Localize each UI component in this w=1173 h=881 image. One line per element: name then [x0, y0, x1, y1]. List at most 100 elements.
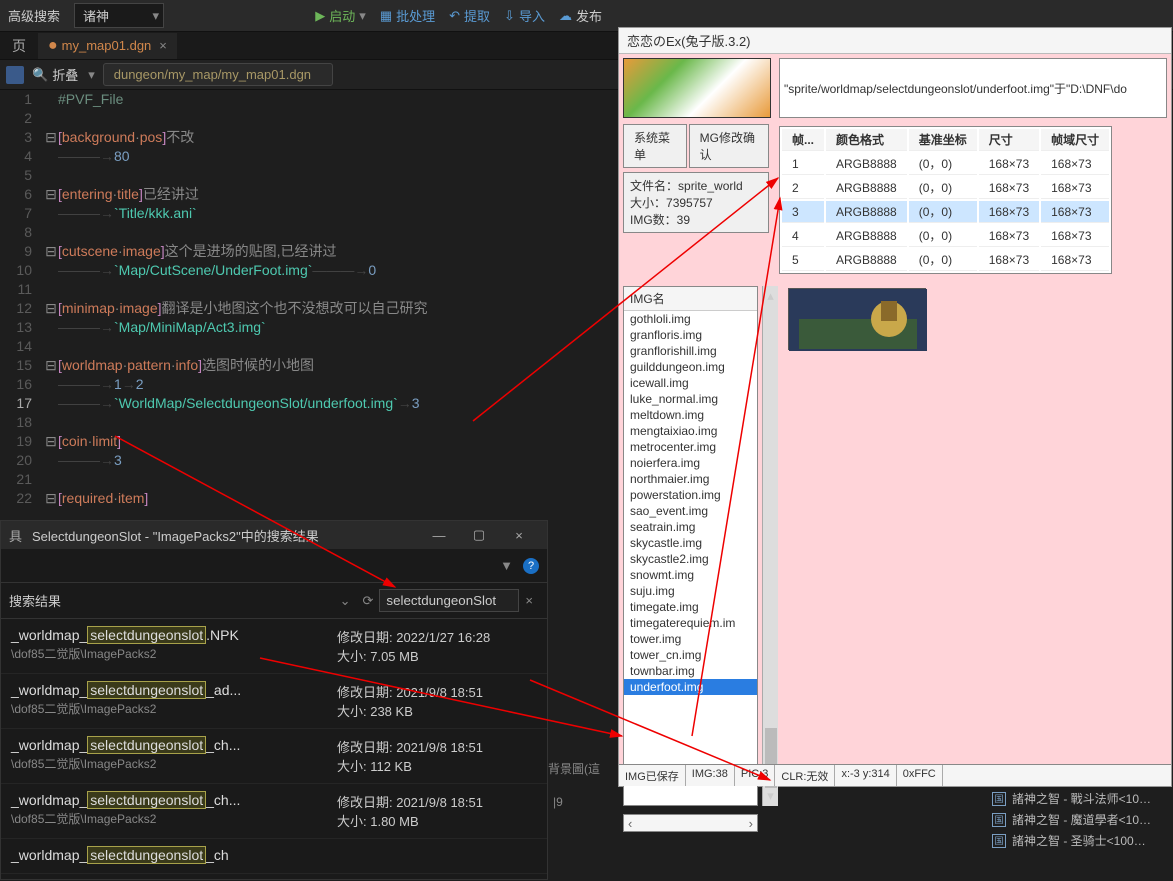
img-list-item[interactable]: underfoot.img [624, 679, 757, 695]
img-list-item[interactable]: timegate.img [624, 599, 757, 615]
search-result-item[interactable]: _worldmap_selectdungeonslot_ch...\dof85二… [1, 729, 547, 784]
project-dropdown[interactable]: 诸神 [74, 3, 164, 28]
img-list-item[interactable]: suju.img [624, 583, 757, 599]
import-button[interactable]: ⇩导入 [504, 6, 545, 25]
img-list-item[interactable]: skycastle.img [624, 535, 757, 551]
sprite-preview: 王的遗迹 [788, 288, 926, 350]
frame-row[interactable]: 2ARGB8888(0，0)168×73168×73 [782, 177, 1109, 199]
code-l15-note: 选图时候的小地图 [202, 357, 314, 373]
code-l4: 80 [114, 148, 130, 164]
tools-tab[interactable]: 具 [9, 526, 32, 545]
img-list-item[interactable]: northmaier.img [624, 471, 757, 487]
img-list-item[interactable]: timegaterequiem.im [624, 615, 757, 631]
batch-button[interactable]: ▦批处理 [380, 6, 435, 25]
scroll-up-icon[interactable]: ▴ [767, 288, 774, 304]
img-list-item[interactable]: sao_event.img [624, 503, 757, 519]
fold-label[interactable]: 折叠 [52, 65, 78, 84]
ex-statusbar: IMG已保存 IMG:38 PIC:3 CLR:无效 x:-3 y:314 0x… [619, 764, 1171, 786]
img-list-item[interactable]: mengtaixiao.img [624, 423, 757, 439]
status-clr: CLR:无效 [775, 765, 835, 786]
close-tab-icon[interactable]: × [159, 38, 167, 53]
pages-tab[interactable]: 页 [0, 32, 38, 60]
fold-icon[interactable]: 🔍 [32, 67, 48, 83]
count-value: 39 [677, 213, 690, 227]
code-l12-note: 翻译是小地图这个也不没想改可以自己研究 [162, 300, 428, 316]
results-label: 搜索结果 [9, 591, 334, 610]
img-list-item[interactable]: granfloris.img [624, 327, 757, 343]
system-menu-button[interactable]: 系统菜单 [623, 124, 687, 168]
col-base[interactable]: 基准坐标 [909, 129, 977, 151]
img-list-hscroll[interactable]: ‹ › [623, 814, 758, 832]
img-list-item[interactable]: noierfera.img [624, 455, 757, 471]
frame-row[interactable]: 5ARGB8888(0，0)168×73168×73 [782, 249, 1109, 271]
col-idx[interactable]: 帧... [782, 129, 824, 151]
frame-row[interactable]: 4ARGB8888(0，0)168×73168×73 [782, 225, 1109, 247]
search-toolbar: ▼ ? [1, 549, 547, 583]
img-list-header[interactable]: IMG名 [624, 287, 757, 311]
adv-search-link[interactable]: 高级搜索 [8, 6, 60, 25]
refresh-icon[interactable]: ⟳ [363, 593, 374, 609]
img-list-item[interactable]: luke_normal.img [624, 391, 757, 407]
search-result-item[interactable]: _worldmap_selectdungeonslot_ad...\dof85二… [1, 674, 547, 729]
file-info-box: 文件名：sprite_world 大小：7395757 IMG数：39 [623, 172, 769, 233]
frame-row[interactable]: 1ARGB8888(0，0)168×73168×73 [782, 153, 1109, 175]
maximize-button[interactable]: ▢ [459, 527, 499, 543]
col-framedim[interactable]: 帧域尺寸 [1041, 129, 1109, 151]
search-result-item[interactable]: _worldmap_selectdungeonslot_ch [1, 839, 547, 874]
img-list-item[interactable]: guilddungeon.img [624, 359, 757, 375]
count-label: IMG数： [630, 213, 677, 227]
scroll-left-icon[interactable]: ‹ [628, 816, 632, 831]
img-list-item[interactable]: tower_cn.img [624, 647, 757, 663]
batch-icon: ▦ [380, 8, 392, 24]
img-list-scrollbar[interactable]: ▴ ▾ [762, 286, 778, 806]
publish-button[interactable]: ☁发布 [559, 6, 602, 25]
img-list-item[interactable]: powerstation.img [624, 487, 757, 503]
status-xy: x:-3 y:314 [835, 765, 896, 786]
frame-row[interactable]: 3ARGB8888(0，0)168×73168×73 [782, 201, 1109, 223]
status-saved: IMG已保存 [619, 765, 686, 786]
img-list-item[interactable]: meltdown.img [624, 407, 757, 423]
minimize-button[interactable]: — [419, 528, 459, 543]
extract-button[interactable]: ↶提取 [449, 6, 490, 25]
col-dim[interactable]: 尺寸 [979, 129, 1039, 151]
img-list-item[interactable]: granflorishill.img [624, 343, 757, 359]
mg-confirm-button[interactable]: MG修改确认 [689, 124, 769, 168]
scroll-down-icon[interactable]: ▾ [767, 788, 774, 804]
img-list[interactable]: IMG名 gothloli.imggranfloris.imggranflori… [623, 286, 758, 806]
run-button[interactable]: 启动 ▾ [315, 6, 366, 25]
bg-text-1: 背景圖(這 [548, 760, 600, 777]
img-list-item[interactable]: gothloli.img [624, 311, 757, 327]
ex-titlebar[interactable]: 恋恋のEx(兔子版.3.2) [619, 28, 1171, 54]
frames-table[interactable]: 帧... 颜色格式 基准坐标 尺寸 帧域尺寸 1ARGB8888(0，0)168… [779, 126, 1112, 274]
img-list-item[interactable]: metrocenter.img [624, 439, 757, 455]
search-query-input[interactable] [379, 589, 519, 612]
collapse-icon[interactable]: ▼ [500, 558, 513, 573]
scroll-right-icon[interactable]: › [749, 816, 753, 831]
file-path-field[interactable]: dungeon/my_map/my_map01.dgn [103, 63, 333, 86]
bg-text-2: |9 [553, 795, 563, 809]
publish-label: 发布 [576, 6, 602, 25]
img-list-item[interactable]: skycastle2.img [624, 551, 757, 567]
img-list-item[interactable]: seatrain.img [624, 519, 757, 535]
batch-label: 批处理 [396, 6, 435, 25]
run-label: 启动 [329, 6, 355, 25]
img-list-item[interactable]: townbar.img [624, 663, 757, 679]
img-list-item[interactable]: icewall.img [624, 375, 757, 391]
import-icon: ⇩ [504, 8, 515, 24]
img-list-item[interactable]: tower.img [624, 631, 757, 647]
file-tab[interactable]: ● my_map01.dgn × [38, 33, 177, 59]
search-result-item[interactable]: _worldmap_selectdungeonslot.NPK\dof85二觉版… [1, 619, 547, 674]
search-filter-row: 搜索结果 ⌄ ⟳ × [1, 583, 547, 619]
search-result-item[interactable]: _worldmap_selectdungeonslot_ch...\dof85二… [1, 784, 547, 839]
code-l1: #PVF_File [58, 91, 123, 107]
close-button[interactable]: × [499, 528, 539, 543]
sprite-path-field[interactable] [779, 58, 1167, 118]
clear-icon[interactable]: × [525, 593, 533, 608]
col-fmt[interactable]: 颜色格式 [826, 129, 907, 151]
code-l10-str: `Map/CutScene/UnderFoot.img` [114, 262, 312, 278]
img-list-item[interactable]: snowmt.img [624, 567, 757, 583]
chevron-down-icon[interactable]: ⌄ [340, 593, 351, 609]
chevron-down-icon[interactable]: ▾ [88, 67, 95, 83]
help-icon[interactable]: ? [523, 558, 539, 574]
search-title: SelectdungeonSlot - "ImagePacks2"中的搜索结果 [32, 526, 419, 545]
